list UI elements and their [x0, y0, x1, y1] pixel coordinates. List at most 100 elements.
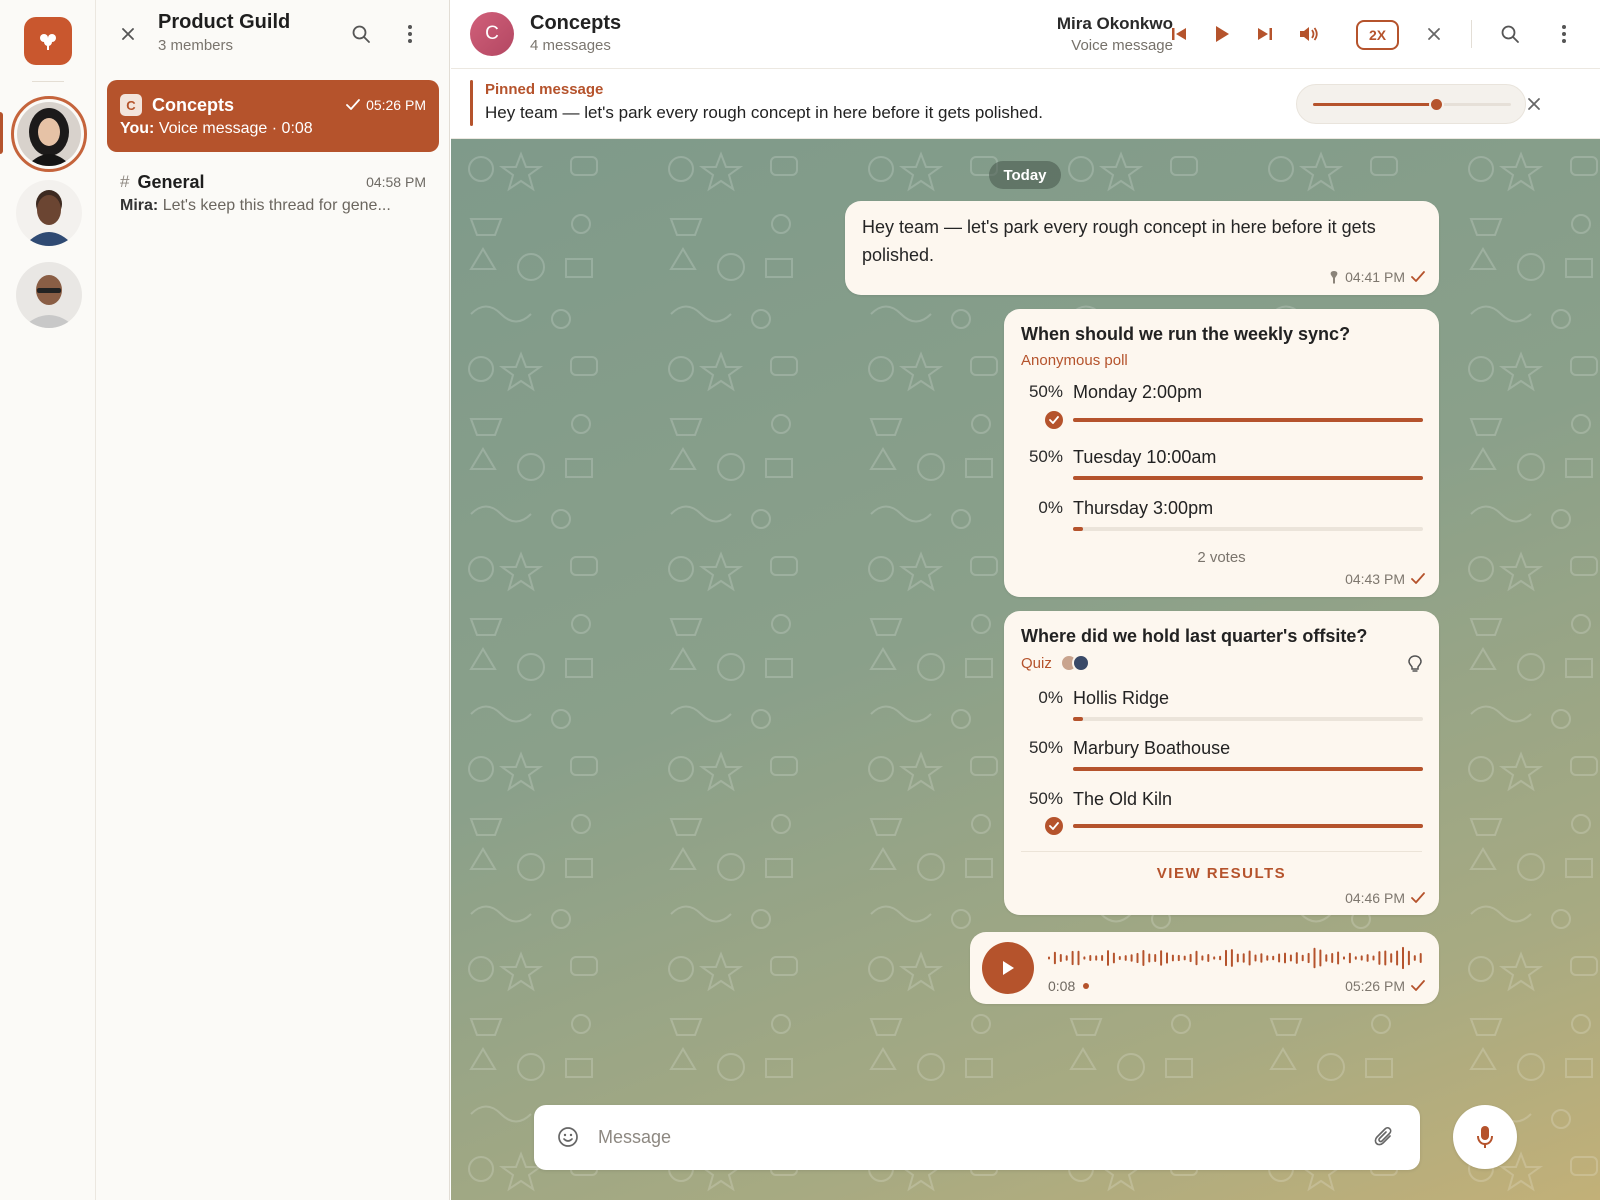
waveform-bar [1201, 955, 1204, 961]
lightbulb-icon[interactable] [1408, 655, 1422, 673]
waveform-bar [1319, 949, 1322, 967]
poll-question: Where did we hold last quarter's offsite… [1021, 626, 1368, 646]
waveform-bar [1171, 954, 1174, 962]
waveform-bar [1366, 954, 1369, 962]
waveform-bar [1136, 952, 1139, 964]
close-player-icon[interactable] [1418, 18, 1450, 50]
skip-previous-icon[interactable] [1163, 18, 1195, 50]
read-check-icon [1411, 573, 1425, 584]
voice-waveform[interactable] [1048, 944, 1428, 972]
waveform-bar [1289, 954, 1292, 962]
chosen-check-icon [1045, 411, 1063, 429]
waveform-bar [1348, 952, 1351, 964]
message-time: 04:46 PM [1345, 890, 1405, 906]
option-label: Tuesday 10:00am [1073, 447, 1217, 467]
option-percent: 50% [1028, 738, 1063, 757]
volume-slider[interactable] [1296, 84, 1526, 124]
waveform-bar [1160, 950, 1163, 966]
record-voice-button[interactable] [1453, 1105, 1517, 1169]
close-pinned-icon[interactable] [1518, 88, 1550, 120]
player-author: Mira Okonkwo [1056, 14, 1173, 33]
attach-icon[interactable] [1368, 1121, 1400, 1153]
waveform-bar [1101, 954, 1104, 962]
hash-icon: # [120, 172, 130, 191]
waveform-bar [1325, 954, 1328, 962]
waveform-bar [1266, 955, 1269, 961]
waveform-bar [1124, 955, 1127, 961]
chat-item-time: 05:26 PM [346, 97, 426, 113]
more-vertical-icon[interactable] [1548, 18, 1580, 50]
app-logo[interactable] [24, 17, 72, 65]
emoji-icon[interactable] [552, 1121, 584, 1153]
waveform-bar [1077, 950, 1080, 966]
waveform-bar [1260, 953, 1263, 963]
message-input[interactable] [598, 1105, 1358, 1170]
avatar-user-3[interactable] [16, 262, 82, 328]
message-time: 04:41 PM [1345, 269, 1405, 285]
poll-type-label: Quiz [1021, 654, 1052, 672]
waveform-bar [1372, 955, 1375, 961]
waveform-bar [1413, 955, 1416, 961]
option-bar [1073, 767, 1423, 771]
read-check-icon [1411, 980, 1425, 991]
close-icon[interactable] [112, 18, 144, 50]
skip-next-icon[interactable] [1249, 18, 1281, 50]
option-percent: 50% [1028, 382, 1063, 401]
waveform-bar [1278, 953, 1281, 963]
avatar-user-2[interactable] [16, 180, 82, 246]
waveform-bar [1272, 955, 1275, 961]
pinned-message-bar[interactable]: Pinned message Hey team — let's park eve… [451, 69, 1600, 139]
read-check-icon [1411, 892, 1425, 903]
date-separator: Today [989, 161, 1061, 189]
waveform-bar [1242, 953, 1245, 963]
search-icon[interactable] [1494, 18, 1526, 50]
avatar-user-1[interactable] [11, 96, 87, 172]
conversation-header: C Concepts 4 messages Mira Okonkwo Voice… [451, 0, 1600, 69]
poll-type: Quiz [1021, 654, 1090, 672]
option-bar [1073, 527, 1423, 531]
pinned-title: Pinned message [485, 81, 604, 98]
volume-icon[interactable] [1293, 18, 1325, 50]
search-icon[interactable] [345, 18, 377, 50]
waveform-bar [1071, 950, 1074, 966]
message-text: Hey team — let's park every rough concep… [862, 217, 1376, 265]
quiz-message[interactable]: Where did we hold last quarter's offsite… [1004, 611, 1439, 915]
message-bubble[interactable]: Hey team — let's park every rough concep… [845, 201, 1439, 295]
message-time: 05:26 PM [1345, 978, 1405, 994]
option-percent: 0% [1038, 688, 1063, 707]
voice-message[interactable]: 0:08 05:26 PM [970, 932, 1439, 1004]
volume-fill [1313, 103, 1436, 106]
waveform-bar [1130, 954, 1133, 962]
group-title: Product Guild [158, 11, 291, 33]
volume-handle[interactable] [1428, 97, 1444, 112]
waveform-bar [1213, 956, 1216, 960]
unplayed-dot [1083, 983, 1090, 989]
waveform-bar [1177, 954, 1180, 962]
more-vertical-icon[interactable] [394, 18, 426, 50]
option-label: Hollis Ridge [1073, 688, 1170, 708]
play-icon[interactable] [1206, 18, 1238, 50]
waveform-bar [1313, 947, 1316, 969]
pinned-accent [470, 80, 473, 126]
waveform-bar [1407, 950, 1410, 966]
poll-message[interactable]: When should we run the weekly sync? Anon… [1004, 309, 1439, 597]
option-bar-fill [1073, 476, 1423, 480]
chat-avatar[interactable]: C [470, 12, 514, 56]
chat-title[interactable]: Concepts [530, 12, 621, 35]
chat-item-time-text: 05:26 PM [366, 97, 426, 113]
waveform-bar [1219, 955, 1222, 961]
pin-icon [1330, 271, 1338, 284]
waveform-bar [1284, 952, 1286, 964]
waveform-bar [1301, 954, 1304, 962]
message-meta: 04:43 PM [1345, 571, 1425, 587]
waveform-bar [1236, 953, 1239, 963]
chat-item-concepts[interactable]: C Concepts 05:26 PM You: Voice message ·… [107, 80, 439, 152]
voice-play-button[interactable] [982, 942, 1034, 994]
playback-speed-button[interactable]: 2X [1356, 20, 1399, 50]
active-account-indicator [0, 112, 3, 154]
waveform-bar [1254, 954, 1257, 962]
chat-item-general[interactable]: # General 04:58 PM Mira: Let's keep this… [107, 157, 439, 229]
view-results-button[interactable]: VIEW RESULTS [1004, 865, 1439, 882]
poll-type: Anonymous poll [1021, 352, 1128, 369]
chat-item-preview: You: Voice message · 0:08 [120, 120, 426, 138]
